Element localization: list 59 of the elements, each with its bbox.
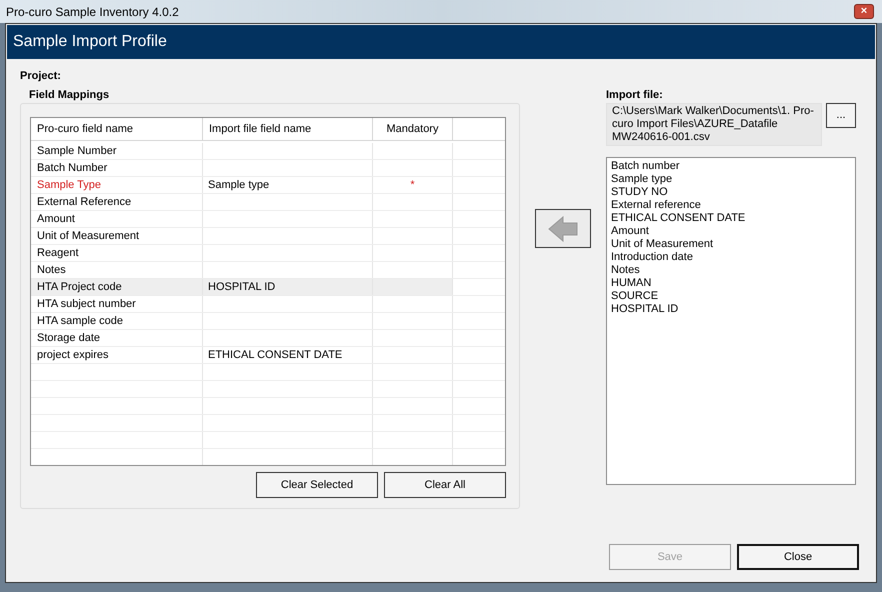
table-cell-text: Sample Number [37, 144, 116, 159]
table-cell-text: Amount [37, 212, 75, 227]
list-item[interactable]: Introduction date [611, 251, 855, 264]
browse-button[interactable]: ... [826, 103, 856, 128]
close-dialog-button[interactable]: Close [737, 544, 859, 570]
list-item[interactable]: STUDY NO [611, 186, 855, 199]
dialog-title: Sample Import Profile [13, 32, 167, 52]
import-fields-list[interactable]: Batch number Sample type STUDY NO External reference ETHICAL CONSENT DATE Amount Unit of Measurement Introduction date Notes HUMAN SOURCE HOSPITAL ID [606, 157, 856, 485]
table-row[interactable]: Storage date [31, 330, 505, 347]
project-label: Project: [20, 70, 61, 82]
table-cell-text: Sample Type [37, 178, 102, 193]
list-item[interactable]: SOURCE [611, 290, 855, 303]
table-row[interactable]: Notes [31, 262, 505, 279]
table-row[interactable]: Amount [31, 211, 505, 228]
table-row[interactable]: HTA sample code [31, 313, 505, 330]
table-row[interactable]: HTA subject number [31, 296, 505, 313]
group-title: Field Mappings [28, 88, 110, 103]
list-item[interactable]: Batch number [611, 160, 855, 173]
table-row[interactable]: External Reference [31, 194, 505, 211]
table-row[interactable]: HTA Project code HOSPITAL ID [31, 279, 505, 296]
close-button[interactable]: × [854, 4, 874, 19]
table-row[interactable]: Sample Type Sample type * [31, 177, 505, 194]
table-cell-text: Reagent [37, 246, 79, 261]
column-header[interactable]: Pro-curo field name [31, 118, 203, 140]
import-file-label: Import file: [606, 88, 664, 103]
mandatory-mark: * [410, 178, 415, 193]
table-row[interactable]: Sample Number [31, 143, 505, 160]
table-cell-text: HTA subject number [37, 296, 136, 312]
table-cell-text: ETHICAL CONSENT DATE [208, 348, 342, 363]
window-title: Pro-curo Sample Inventory 4.0.2 [6, 4, 179, 20]
table-row[interactable]: Unit of Measurement [31, 228, 505, 245]
move-left-button[interactable] [535, 209, 591, 248]
column-header[interactable]: Import file field name [203, 118, 373, 140]
list-item[interactable]: Notes [611, 264, 855, 277]
table-cell-text: Storage date [37, 330, 100, 346]
table-row[interactable]: Reagent [31, 245, 505, 262]
list-item[interactable]: Sample type [611, 173, 855, 186]
table-cell-text: Sample type [208, 178, 270, 193]
table-cell-text: HOSPITAL ID [208, 280, 276, 295]
file-path-field: C:\Users\Mark Walker\Documents\1. Pro-curo Import Files\AZURE_Datafile MW240616-001.csv [606, 103, 822, 146]
table-cell-text: HTA Project code [37, 280, 122, 295]
table-cell-text: Unit of Measurement [37, 228, 140, 244]
table-cell-text: HTA sample code [37, 314, 124, 329]
clear-all-button[interactable]: Clear All [384, 472, 506, 498]
table-row[interactable]: project expires ETHICAL CONSENT DATE [31, 347, 505, 364]
table-cell-text: External Reference [37, 194, 132, 210]
list-item[interactable]: Amount [611, 225, 855, 238]
column-header[interactable]: Mandatory [373, 118, 453, 140]
table-cell-text: Batch Number [37, 160, 108, 176]
table-cell-text: project expires [37, 348, 109, 363]
list-item[interactable]: Unit of Measurement [611, 238, 855, 251]
list-item[interactable]: HUMAN [611, 277, 855, 290]
list-item[interactable]: External reference [611, 199, 855, 212]
left-arrow-icon [548, 216, 578, 242]
list-item[interactable]: ETHICAL CONSENT DATE [611, 212, 855, 225]
table-row[interactable]: Batch Number [31, 160, 505, 177]
table-cell-text: Notes [37, 262, 66, 278]
clear-selected-button[interactable]: Clear Selected [256, 472, 378, 498]
list-item[interactable]: HOSPITAL ID [611, 303, 855, 316]
